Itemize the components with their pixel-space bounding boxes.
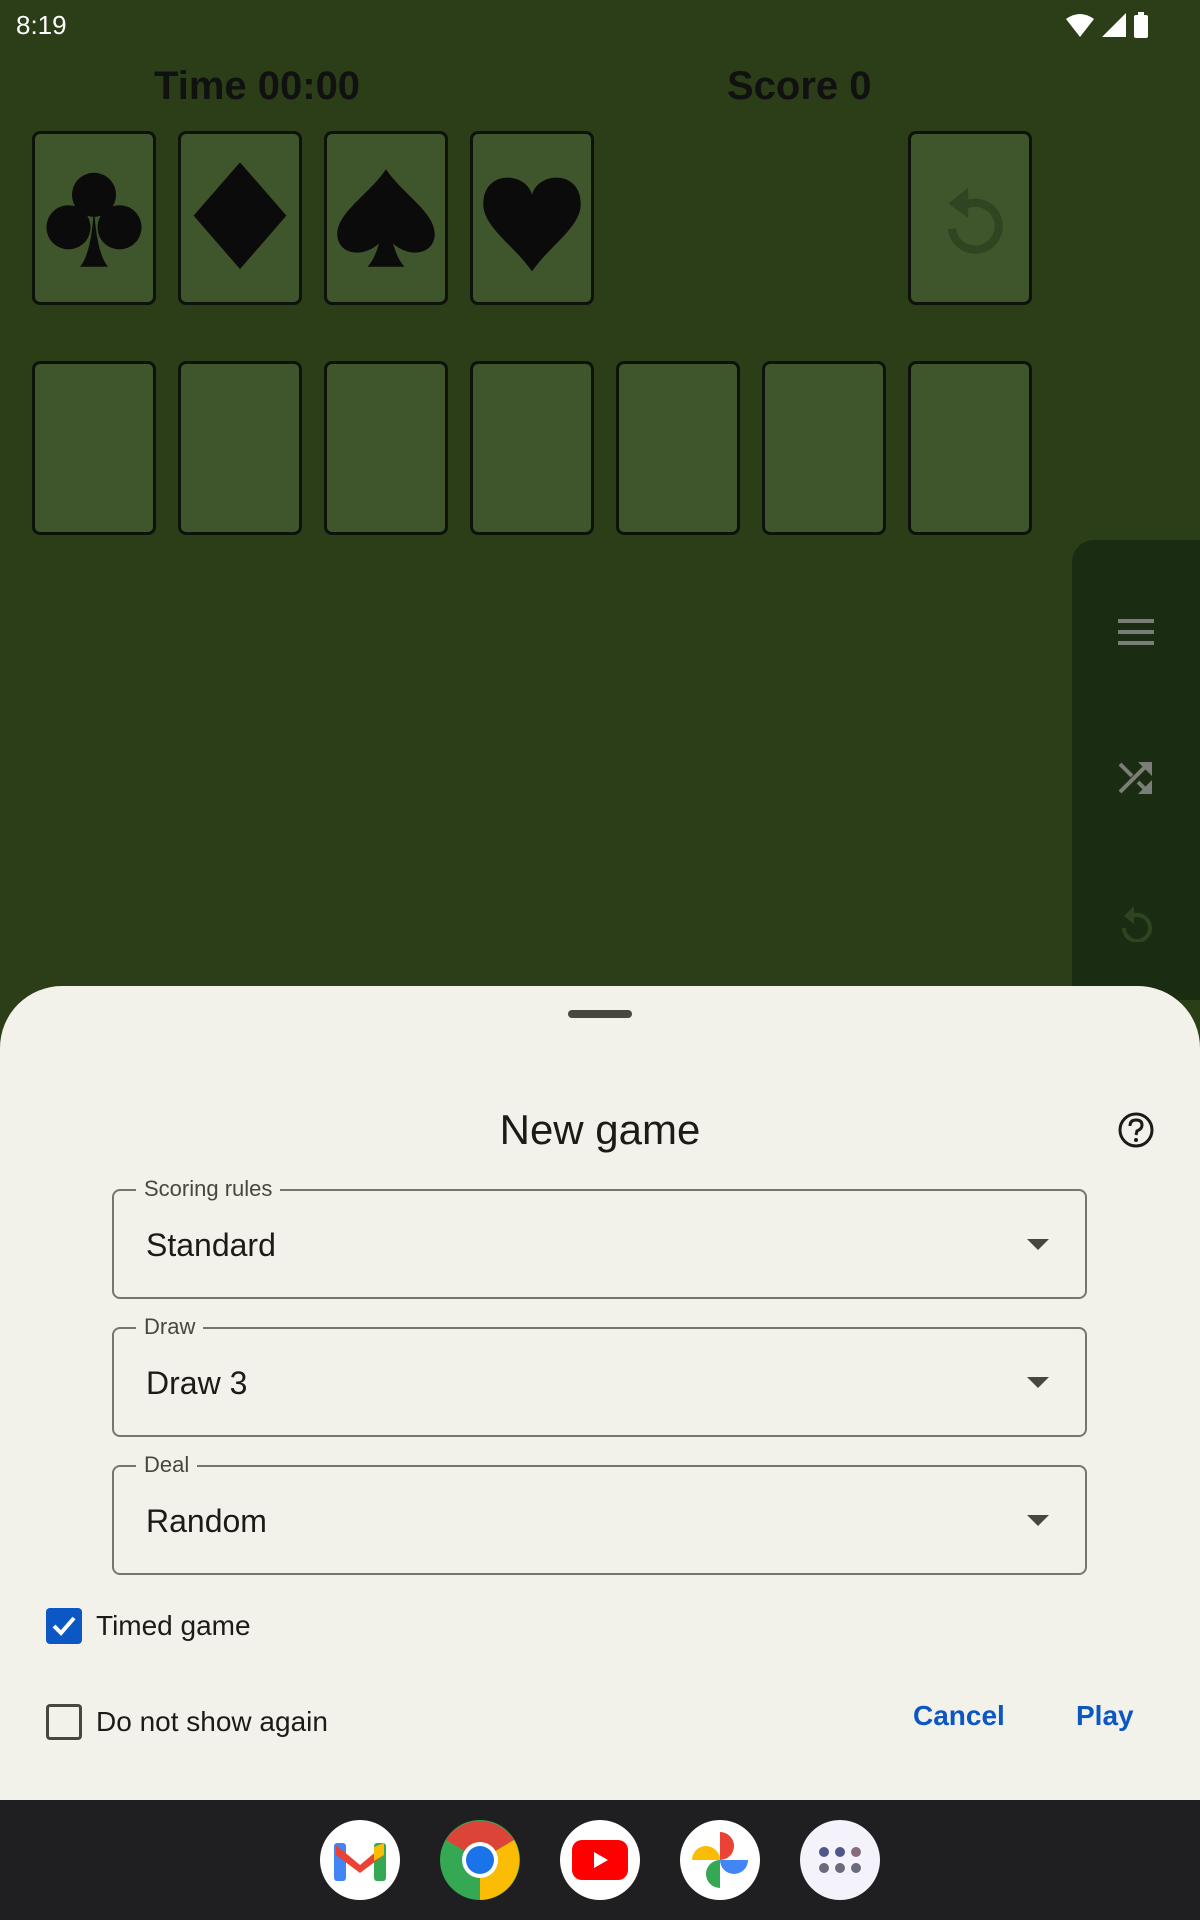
dialog-title: New game	[499, 1106, 701, 1153]
foundation-clubs[interactable]	[32, 131, 156, 305]
app-dock	[0, 1800, 1200, 1920]
deal-dropdown[interactable]: Deal Random	[112, 1452, 1087, 1575]
tableau-column[interactable]	[762, 361, 886, 535]
timed-game-checkbox[interactable]	[46, 1608, 82, 1644]
spade-icon	[337, 169, 435, 267]
tableau-column[interactable]	[32, 361, 156, 535]
tableau-column[interactable]	[324, 361, 448, 535]
checkbox-label: Do not show again	[96, 1706, 328, 1737]
dropdown-arrow-icon	[1027, 1239, 1049, 1250]
undo-button[interactable]	[1104, 890, 1168, 954]
status-bar: 8:19	[0, 0, 1200, 50]
photos-app[interactable]	[680, 1820, 760, 1900]
chrome-icon	[446, 1821, 520, 1900]
checkbox-label: Timed game	[96, 1610, 251, 1641]
do-not-show-again-checkbox[interactable]	[46, 1704, 82, 1740]
diamond-icon	[193, 162, 287, 270]
status-icons	[1066, 12, 1148, 38]
gmail-app[interactable]	[320, 1820, 400, 1900]
scoring-rules-dropdown[interactable]: Scoring rules Standard	[112, 1176, 1087, 1299]
help-icon	[1118, 1112, 1154, 1148]
redeal-icon	[947, 187, 1003, 254]
field-label: Draw	[136, 1314, 204, 1340]
youtube-icon	[572, 1840, 628, 1880]
foundation-spades[interactable]	[324, 131, 448, 305]
field-label: Deal	[136, 1452, 198, 1478]
heart-icon	[483, 177, 581, 272]
tableau-column[interactable]	[908, 361, 1032, 535]
side-rail	[1072, 540, 1200, 1000]
tableau-column[interactable]	[470, 361, 594, 535]
shuffle-icon	[1118, 762, 1152, 794]
dropdown-arrow-icon	[1027, 1515, 1049, 1526]
app-drawer[interactable]	[800, 1820, 880, 1900]
status-time: 8:19	[16, 10, 67, 40]
chrome-app[interactable]	[440, 1820, 520, 1900]
tableau-column[interactable]	[616, 361, 740, 535]
tableau-column[interactable]	[178, 361, 302, 535]
foundation-diamonds[interactable]	[178, 131, 302, 305]
play-button[interactable]: Play	[1076, 1700, 1134, 1732]
score-label: Score 0	[727, 64, 872, 108]
youtube-app[interactable]	[560, 1820, 640, 1900]
field-value: Draw 3	[146, 1365, 248, 1401]
menu-icon	[1118, 619, 1154, 645]
signal-icon	[1102, 13, 1126, 37]
app-drawer-icon	[819, 1847, 861, 1873]
field-value: Standard	[146, 1227, 276, 1263]
menu-button[interactable]	[1104, 600, 1168, 664]
timed-game-checkbox-row[interactable]: Timed game	[46, 1608, 251, 1644]
dropdown-arrow-icon	[1027, 1377, 1049, 1388]
wifi-icon	[1066, 14, 1094, 37]
help-button[interactable]	[1116, 1110, 1156, 1150]
new-game-sheet: New game Scoring rules Standard Draw Dra…	[0, 986, 1200, 1800]
stock-pile[interactable]	[908, 131, 1032, 305]
club-icon	[46, 172, 142, 267]
gmail-icon	[334, 1843, 386, 1881]
battery-icon	[1134, 12, 1148, 38]
checkmark-icon	[52, 1616, 76, 1636]
timer-label: Time 00:00	[154, 64, 361, 108]
drag-handle[interactable]	[568, 1010, 632, 1018]
field-label: Scoring rules	[136, 1176, 281, 1202]
photos-icon	[692, 1832, 748, 1888]
draw-dropdown[interactable]: Draw Draw 3	[112, 1314, 1087, 1437]
cancel-button[interactable]: Cancel	[913, 1700, 1005, 1732]
shuffle-button[interactable]	[1104, 746, 1168, 810]
do-not-show-again-checkbox-row[interactable]: Do not show again	[46, 1704, 328, 1740]
foundation-hearts[interactable]	[470, 131, 594, 305]
undo-icon	[1122, 906, 1152, 942]
field-value: Random	[146, 1503, 267, 1539]
